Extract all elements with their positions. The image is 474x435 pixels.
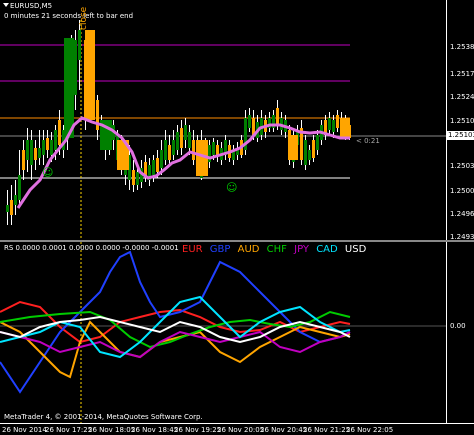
candle-body: [42, 140, 45, 155]
legend-eur: EUR: [182, 244, 203, 255]
candle-body: [78, 30, 81, 60]
chart-title-icon: [3, 3, 9, 7]
time-tick: 26 Nov 21:25: [303, 426, 351, 434]
time-axis: 26 Nov 2014 26 Nov 17:25 26 Nov 18:05 26…: [0, 423, 474, 435]
footer-copyright: MetaTrader 4, © 2001-2014, MetaQuotes So…: [4, 413, 203, 421]
candle-body: [132, 170, 135, 185]
price-chart-svg: [0, 20, 446, 240]
candle-body: [304, 140, 307, 165]
price-tick: 1.24965: [450, 210, 474, 218]
candle-body: [74, 40, 77, 95]
price-tick: 1.25245: [450, 93, 474, 101]
candle-body: [172, 140, 175, 155]
candle-body: [152, 160, 155, 175]
candle-body: [340, 118, 350, 138]
time-tick: 26 Nov 17:25: [45, 426, 93, 434]
candle-body: [184, 125, 187, 140]
current-price-box: 1.25103: [446, 131, 474, 140]
candle-body: [136, 172, 139, 185]
candle-body: [160, 150, 163, 168]
price-axis: 1.25385 1.25175 1.25245 1.25105 1.25030 …: [446, 0, 474, 241]
candle-body: [312, 140, 315, 158]
indicator-header: RS 0.0000 0.0001 0.0000 0.0000 -0.0000 -…: [4, 244, 179, 252]
candle-body: [85, 30, 95, 120]
legend-chf: CHF: [266, 244, 287, 255]
candle-body: [192, 140, 195, 160]
candle-body: [164, 140, 167, 160]
candle-body: [328, 118, 331, 130]
candle-body: [34, 148, 37, 160]
indicator-axis: 0.00: [446, 242, 474, 423]
candle-body: [176, 132, 179, 150]
candle-body: [14, 195, 17, 205]
candle-body: [336, 115, 339, 128]
price-tick: 1.25175: [450, 70, 474, 78]
legend-gbp: GBP: [209, 244, 231, 255]
candle-body: [288, 135, 298, 160]
candle-body: [18, 175, 21, 200]
time-tick: 26 Nov 22:05: [346, 426, 394, 434]
price-tick: 1.25005: [450, 187, 474, 195]
candle-body: [46, 138, 49, 150]
legend-usd: USD: [344, 244, 367, 255]
price-tick: 1.25105: [450, 117, 474, 125]
time-tick: 26 Nov 18:45: [131, 426, 179, 434]
indicator-panel[interactable]: RS 0.0000 0.0001 0.0000 0.0000 -0.0000 -…: [0, 242, 446, 423]
candle-body: [276, 108, 279, 125]
candle-body: [54, 130, 57, 150]
time-tick: 26 Nov 20:45: [260, 426, 308, 434]
candle-body: [188, 132, 191, 148]
bar-countdown: 0 minutes 21 seconds left to bar end: [4, 12, 134, 20]
time-tick: 26 Nov 19:25: [174, 426, 222, 434]
candle-body: [58, 120, 61, 145]
time-tick: 26 Nov 20:05: [217, 426, 265, 434]
candle-body: [332, 120, 335, 132]
candle-body: [10, 200, 13, 215]
candle-body: [248, 115, 251, 128]
candle-body: [156, 158, 159, 172]
candle-body: [64, 38, 74, 138]
indicator-svg: [0, 242, 446, 423]
candle-body: [30, 140, 33, 165]
currency-legend: EUR GBP AUD CHF JPY CAD USD: [182, 244, 370, 256]
candle-body: [208, 145, 211, 162]
price-tick: 1.25030: [450, 162, 474, 170]
candle-body: [216, 145, 219, 155]
candle-body: [212, 142, 215, 155]
candle-body: [26, 140, 29, 160]
candle-body: [38, 148, 41, 158]
time-tick: 26 Nov 2014: [2, 426, 47, 434]
candle-body: [168, 145, 171, 160]
candle-body: [50, 140, 53, 155]
legend-aud: AUD: [237, 244, 260, 255]
ask-timer-label: < 0:21: [356, 137, 380, 145]
candle-body: [308, 150, 311, 160]
candle-body: [316, 135, 319, 150]
legend-jpy: JPY: [294, 244, 309, 255]
legend-cad: CAD: [316, 244, 338, 255]
symbol-title: EURUSD,M5: [10, 2, 53, 10]
candle-body: [6, 205, 9, 212]
price-chart-panel[interactable]: EURUSD,M5 0 minutes 21 seconds left to b…: [0, 0, 446, 240]
close-annotation: close: [79, 6, 89, 30]
candle-body: [180, 128, 183, 148]
indicator-zero-label: 0.00: [450, 322, 466, 330]
smiley-icon: ☺: [226, 181, 238, 194]
time-tick: 26 Nov 18:05: [88, 426, 136, 434]
price-tick: 1.25385: [450, 43, 474, 51]
smiley-icon: ☺: [42, 166, 54, 179]
candle-body: [22, 150, 25, 170]
